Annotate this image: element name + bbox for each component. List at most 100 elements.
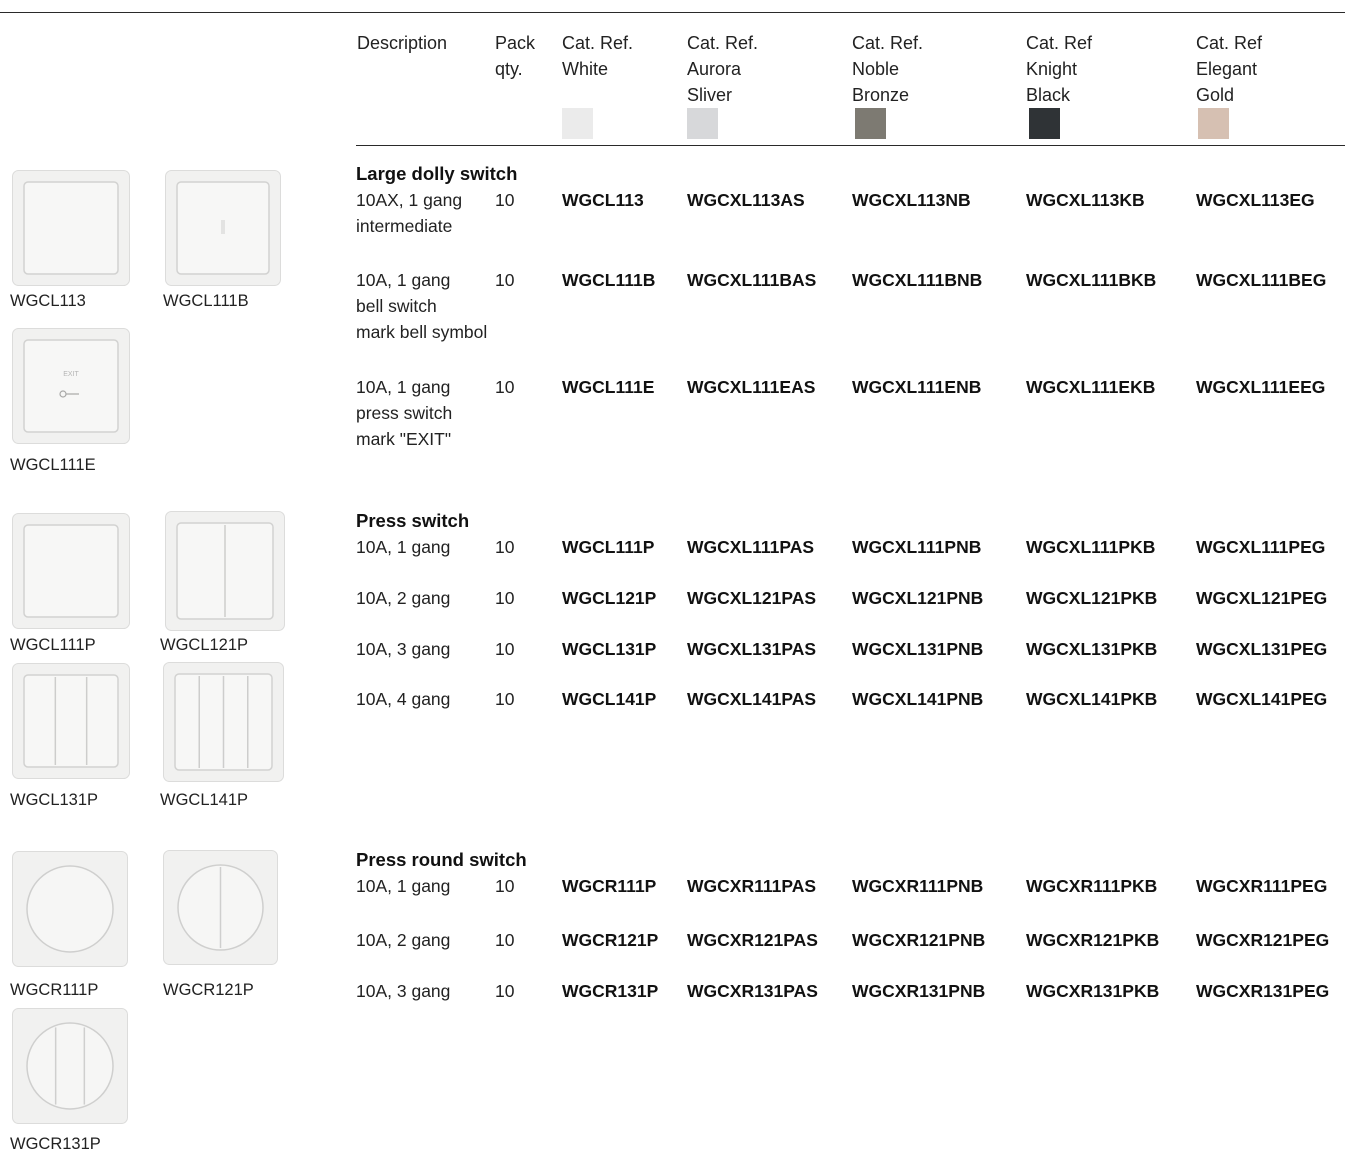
- row-description: 10A, 3 gang: [356, 981, 451, 1001]
- cat-ref-noble: WGCXR131PNB: [852, 981, 986, 1001]
- product-label: WGCL111E: [10, 456, 96, 474]
- cat-ref-noble: WGCXL113NB: [852, 190, 971, 210]
- row-description: 10A, 4 gang: [356, 689, 451, 709]
- cat-ref-white: WGCL111P: [562, 537, 655, 557]
- header-description: Description: [357, 33, 448, 53]
- product-label: WGCL121P: [160, 636, 249, 654]
- row-pack-qty: 10: [495, 190, 515, 210]
- cat-ref-knight: WGCXL141PKB: [1026, 689, 1158, 709]
- header-cat-ref-knight-black: Cat. Ref Knight Black: [1026, 33, 1093, 105]
- row-pack-qty: 10: [495, 689, 515, 709]
- row-description: 10A, 1 gang bell switch mark bell symbol: [356, 270, 488, 342]
- row-description: 10AX, 1 gang intermediate: [356, 190, 463, 236]
- swatch-white: [562, 108, 593, 139]
- cat-ref-elegant: WGCXR121PEG: [1196, 930, 1330, 950]
- cat-ref-aurora: WGCXL141PAS: [687, 689, 817, 709]
- product-image-press-1: [12, 513, 130, 629]
- cat-ref-noble: WGCXR111PNB: [852, 876, 984, 896]
- product-label: WGCL141P: [160, 791, 249, 809]
- cat-ref-elegant: WGCXR111PEG: [1196, 876, 1328, 896]
- swatch-knight-black: [1029, 108, 1060, 139]
- cat-ref-aurora: WGCXL111PAS: [687, 537, 815, 557]
- product-label: WGCL111B: [163, 292, 249, 310]
- product-image-press-3: [12, 663, 130, 779]
- cat-ref-white: WGCL113: [562, 190, 644, 210]
- header-cat-ref-noble-bronze: Cat. Ref. Noble Bronze: [852, 33, 924, 105]
- row-description: 10A, 3 gang: [356, 639, 451, 659]
- cat-ref-noble: WGCXL141PNB: [852, 689, 984, 709]
- cat-ref-elegant: WGCXL111EEG: [1196, 377, 1326, 397]
- cat-ref-white: WGCL141P: [562, 689, 657, 709]
- product-image-press-2: [165, 511, 285, 631]
- cat-ref-aurora: WGCXL111EAS: [687, 377, 816, 397]
- row-description: 10A, 2 gang: [356, 930, 451, 950]
- product-label: WGCL113: [10, 292, 86, 310]
- header-cat-ref-aurora-sliver: Cat. Ref. Aurora Sliver: [687, 33, 759, 105]
- cat-ref-white: WGCL131P: [562, 639, 657, 659]
- swatch-elegant-gold: [1198, 108, 1229, 139]
- product-label: WGCR131P: [10, 1135, 101, 1153]
- cat-ref-white: WGCR131P: [562, 981, 659, 1001]
- product-image-dolly: [12, 170, 130, 286]
- cat-ref-noble: WGCXL111ENB: [852, 377, 982, 397]
- row-pack-qty: 10: [495, 537, 515, 557]
- product-image-round-1: [12, 851, 128, 967]
- cat-ref-knight: WGCXR121PKB: [1026, 930, 1160, 950]
- section-title-press-switch: Press switch: [356, 510, 470, 531]
- product-image-bell: [165, 170, 281, 286]
- row-pack-qty: 10: [495, 377, 515, 397]
- row-pack-qty: 10: [495, 981, 515, 1001]
- cat-ref-white: WGCL121P: [562, 588, 657, 608]
- product-image-round-2: [163, 850, 278, 965]
- row-pack-qty: 10: [495, 639, 515, 659]
- cat-ref-aurora: WGCXR131PAS: [687, 981, 818, 1001]
- cat-ref-elegant: WGCXL131PEG: [1196, 639, 1328, 659]
- cat-ref-white: WGCR121P: [562, 930, 659, 950]
- product-label: WGCL111P: [10, 636, 96, 654]
- cat-ref-knight: WGCXL121PKB: [1026, 588, 1158, 608]
- swatch-aurora-sliver: [687, 108, 718, 139]
- row-description: 10A, 1 gang press switch mark "EXIT": [356, 377, 453, 449]
- product-image-exit: EXIT: [12, 328, 130, 444]
- cat-ref-aurora: WGCXL131PAS: [687, 639, 817, 659]
- row-description: 10A, 1 gang: [356, 537, 451, 557]
- cat-ref-noble: WGCXL111PNB: [852, 537, 982, 557]
- section-title-press-round-switch: Press round switch: [356, 849, 527, 870]
- cat-ref-elegant: WGCXL141PEG: [1196, 689, 1328, 709]
- cat-ref-knight: WGCXL111PKB: [1026, 537, 1156, 557]
- section-title-large-dolly-switch: Large dolly switch: [356, 163, 518, 184]
- cat-ref-elegant: WGCXL121PEG: [1196, 588, 1328, 608]
- top-rule: [0, 12, 1345, 13]
- cat-ref-noble: WGCXR121PNB: [852, 930, 986, 950]
- svg-text:EXIT: EXIT: [63, 371, 79, 378]
- cat-ref-knight: WGCXL111EKB: [1026, 377, 1156, 397]
- cat-ref-knight: WGCXR111PKB: [1026, 876, 1158, 896]
- product-label: WGCR111P: [10, 981, 99, 999]
- header-pack-qty: Pack qty.: [495, 33, 536, 79]
- cat-ref-knight: WGCXL131PKB: [1026, 639, 1158, 659]
- header-rule: [356, 145, 1345, 146]
- cat-ref-knight: WGCXL113KB: [1026, 190, 1145, 210]
- cat-ref-aurora: WGCXR121PAS: [687, 930, 818, 950]
- cat-ref-noble: WGCXL131PNB: [852, 639, 984, 659]
- cat-ref-white: WGCR111P: [562, 876, 657, 896]
- cat-ref-white: WGCL111E: [562, 377, 655, 397]
- cat-ref-aurora: WGCXL121PAS: [687, 588, 817, 608]
- row-description: 10A, 2 gang: [356, 588, 451, 608]
- cat-ref-knight: WGCXL111BKB: [1026, 270, 1157, 290]
- cat-ref-elegant: WGCXL113EG: [1196, 190, 1315, 210]
- cat-ref-noble: WGCXL121PNB: [852, 588, 984, 608]
- product-image-round-3: [12, 1008, 128, 1124]
- cat-ref-aurora: WGCXR111PAS: [687, 876, 817, 896]
- header-cat-ref-white: Cat. Ref. White: [562, 33, 634, 79]
- cat-ref-elegant: WGCXL111PEG: [1196, 537, 1326, 557]
- product-image-press-4: [163, 662, 284, 782]
- row-pack-qty: 10: [495, 588, 515, 608]
- cat-ref-aurora: WGCXL111BAS: [687, 270, 817, 290]
- header-cat-ref-elegant-gold: Cat. Ref Elegant Gold: [1196, 33, 1263, 105]
- row-pack-qty: 10: [495, 876, 515, 896]
- row-pack-qty: 10: [495, 270, 515, 290]
- cat-ref-noble: WGCXL111BNB: [852, 270, 983, 290]
- swatch-noble-bronze: [855, 108, 886, 139]
- cat-ref-elegant: WGCXL111BEG: [1196, 270, 1327, 290]
